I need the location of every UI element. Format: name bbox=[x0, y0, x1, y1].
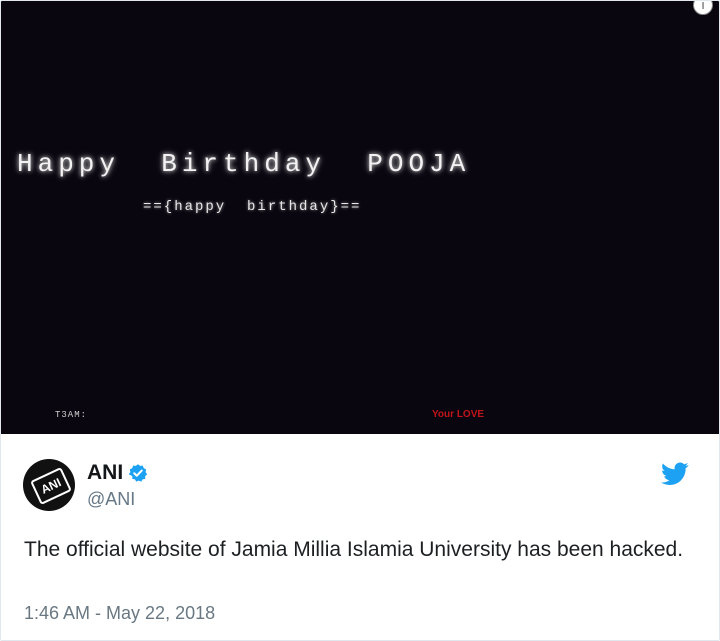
author-names: ANI @ANI bbox=[87, 461, 148, 510]
your-love-label: Your LOVE bbox=[432, 409, 485, 420]
tweet-author: ANI ANI @ANI bbox=[23, 459, 148, 511]
ani-logo: ANI bbox=[30, 467, 72, 505]
team-label: T3AM: bbox=[55, 410, 88, 420]
tweet-media-image[interactable]: Happy Birthday POOJA =={happy birthday}=… bbox=[1, 1, 719, 434]
birthday-headline: Happy Birthday POOJA bbox=[17, 149, 471, 179]
tweet-text: The official website of Jamia Millia Isl… bbox=[24, 538, 684, 561]
author-display-name[interactable]: ANI bbox=[87, 461, 123, 485]
birthday-subtitle: =={happy birthday}== bbox=[143, 199, 362, 215]
author-handle[interactable]: @ANI bbox=[87, 489, 148, 510]
tweet-embed-card: Happy Birthday POOJA =={happy birthday}=… bbox=[0, 0, 720, 641]
tweet-timestamp[interactable]: 1:46 AM - May 22, 2018 bbox=[24, 603, 215, 624]
verified-badge-icon bbox=[128, 463, 148, 482]
twitter-bird-icon[interactable] bbox=[661, 462, 689, 486]
avatar[interactable]: ANI bbox=[23, 459, 75, 511]
